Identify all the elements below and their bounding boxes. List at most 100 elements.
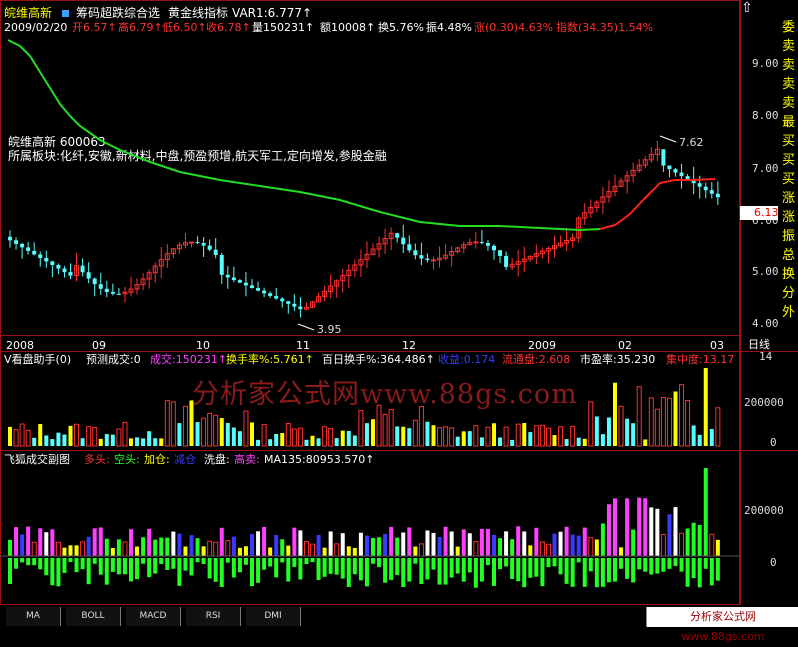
fox-bar-down xyxy=(564,558,569,584)
fox-bar-down xyxy=(14,558,19,569)
fox-bar-up xyxy=(431,532,436,556)
tab-rsi[interactable]: RSI xyxy=(186,607,241,626)
candle-body xyxy=(431,259,436,262)
fox-bar-up xyxy=(655,508,660,556)
fox-bar-down xyxy=(437,558,442,585)
fox-bar-up xyxy=(328,531,333,556)
fox-bar-down xyxy=(280,558,285,563)
fox-bar-down xyxy=(50,558,55,586)
fox-bar-down xyxy=(153,558,158,574)
candle-body xyxy=(231,277,236,281)
fox-chart xyxy=(0,468,740,588)
sidebar-label: 最 xyxy=(782,115,796,130)
volume-bar xyxy=(492,423,496,446)
fox-bar-up xyxy=(691,522,696,556)
fox-bar-down xyxy=(141,558,146,564)
fox-bar-down xyxy=(546,558,551,568)
fox-bar-up xyxy=(413,546,418,556)
volume-bar xyxy=(461,431,466,446)
fox-bar-down xyxy=(377,558,382,567)
fox-bar-down xyxy=(68,558,73,563)
volume-bar xyxy=(32,437,37,446)
tab-dmi[interactable]: DMI xyxy=(246,607,301,626)
fox-bar-down xyxy=(431,558,436,570)
tab-boll[interactable]: BOLL xyxy=(66,607,121,626)
fox-bar-down xyxy=(667,558,672,569)
volume-bar xyxy=(297,427,303,447)
candle-body xyxy=(207,245,212,250)
volume-bar xyxy=(310,435,315,446)
scroll-up-icon[interactable]: ⇧ xyxy=(741,1,753,15)
sidebar-label: 买 xyxy=(782,172,796,187)
volume-bar xyxy=(170,401,176,447)
volume-bar xyxy=(522,422,527,446)
fox-bar-down xyxy=(104,558,109,585)
profit-value: 收益:0.174 xyxy=(438,353,496,366)
tab-macd[interactable]: MACD xyxy=(126,607,181,626)
fox-panel-title[interactable]: 飞狐成交副图 xyxy=(4,454,70,466)
fox-bar-up xyxy=(14,527,19,556)
fox-bar-up xyxy=(552,533,557,556)
fox-bar-up xyxy=(280,539,285,556)
fox-bar-up xyxy=(358,532,363,556)
volume-bar xyxy=(503,426,509,447)
current-price-tag: 6.13 xyxy=(740,206,779,220)
fox-bar-down xyxy=(346,558,351,587)
candle-body xyxy=(250,285,254,289)
candle-body xyxy=(292,303,297,307)
fox-bar-up xyxy=(364,535,369,556)
volume-bar xyxy=(164,400,170,447)
fox-bar-down xyxy=(419,558,424,585)
candle-body xyxy=(20,243,25,248)
volume-bar xyxy=(328,427,334,447)
fox-bar-up xyxy=(195,538,200,556)
fox-bar-down xyxy=(207,558,212,579)
fox-bar-down xyxy=(328,558,333,574)
volume-bar xyxy=(485,426,491,447)
fox-bar-down xyxy=(473,558,478,588)
tab-ma[interactable]: MA xyxy=(6,607,61,626)
fox-bar-down xyxy=(189,558,194,576)
volume-bar xyxy=(564,439,569,446)
volume-bar xyxy=(50,439,55,446)
volume-bar xyxy=(364,423,369,446)
fox-bar-up xyxy=(98,527,103,556)
volume-bar xyxy=(213,414,219,447)
fox-bar-up xyxy=(322,547,327,556)
fox-bar-down xyxy=(26,558,31,566)
footer-site: 分析家公式网 www.88gs.com xyxy=(646,607,798,643)
volume-bar xyxy=(576,437,581,446)
candle-body xyxy=(195,242,200,244)
volume-bar xyxy=(467,431,472,446)
fox-bar-up xyxy=(50,529,55,556)
fox-bar-down xyxy=(292,558,297,567)
volume-bar xyxy=(237,431,242,446)
candle-body xyxy=(56,265,61,269)
volume-bar xyxy=(395,426,400,446)
volume-bar xyxy=(340,430,345,446)
fox-bar-down xyxy=(655,558,660,574)
time-tick: 03 xyxy=(710,339,724,352)
fox-bar-down xyxy=(649,558,654,575)
fox-bar-up xyxy=(201,546,206,556)
fox-bar-down xyxy=(679,558,684,572)
volume-bar xyxy=(654,408,660,447)
volume-bar xyxy=(316,438,321,446)
fox-bar-up xyxy=(292,527,297,556)
volume-bar xyxy=(44,435,49,446)
candle-body xyxy=(14,240,19,244)
candle-body xyxy=(219,254,224,275)
candle-body xyxy=(268,293,273,296)
volume-panel-title[interactable]: V看盘助手(0) xyxy=(4,354,71,366)
fox-bar-up xyxy=(600,523,605,556)
fox-bar-up xyxy=(189,535,194,556)
volume-bar xyxy=(570,425,576,447)
fox-bar-down xyxy=(8,558,12,584)
fox-bar-up xyxy=(44,532,49,556)
fox-bar-down xyxy=(552,558,557,567)
fox-bar-up xyxy=(625,498,630,556)
volume-bar xyxy=(285,422,291,447)
volume-axis-tick: 200000 xyxy=(744,396,784,409)
volume-bar xyxy=(449,427,455,447)
fox-bar-up xyxy=(55,541,61,557)
